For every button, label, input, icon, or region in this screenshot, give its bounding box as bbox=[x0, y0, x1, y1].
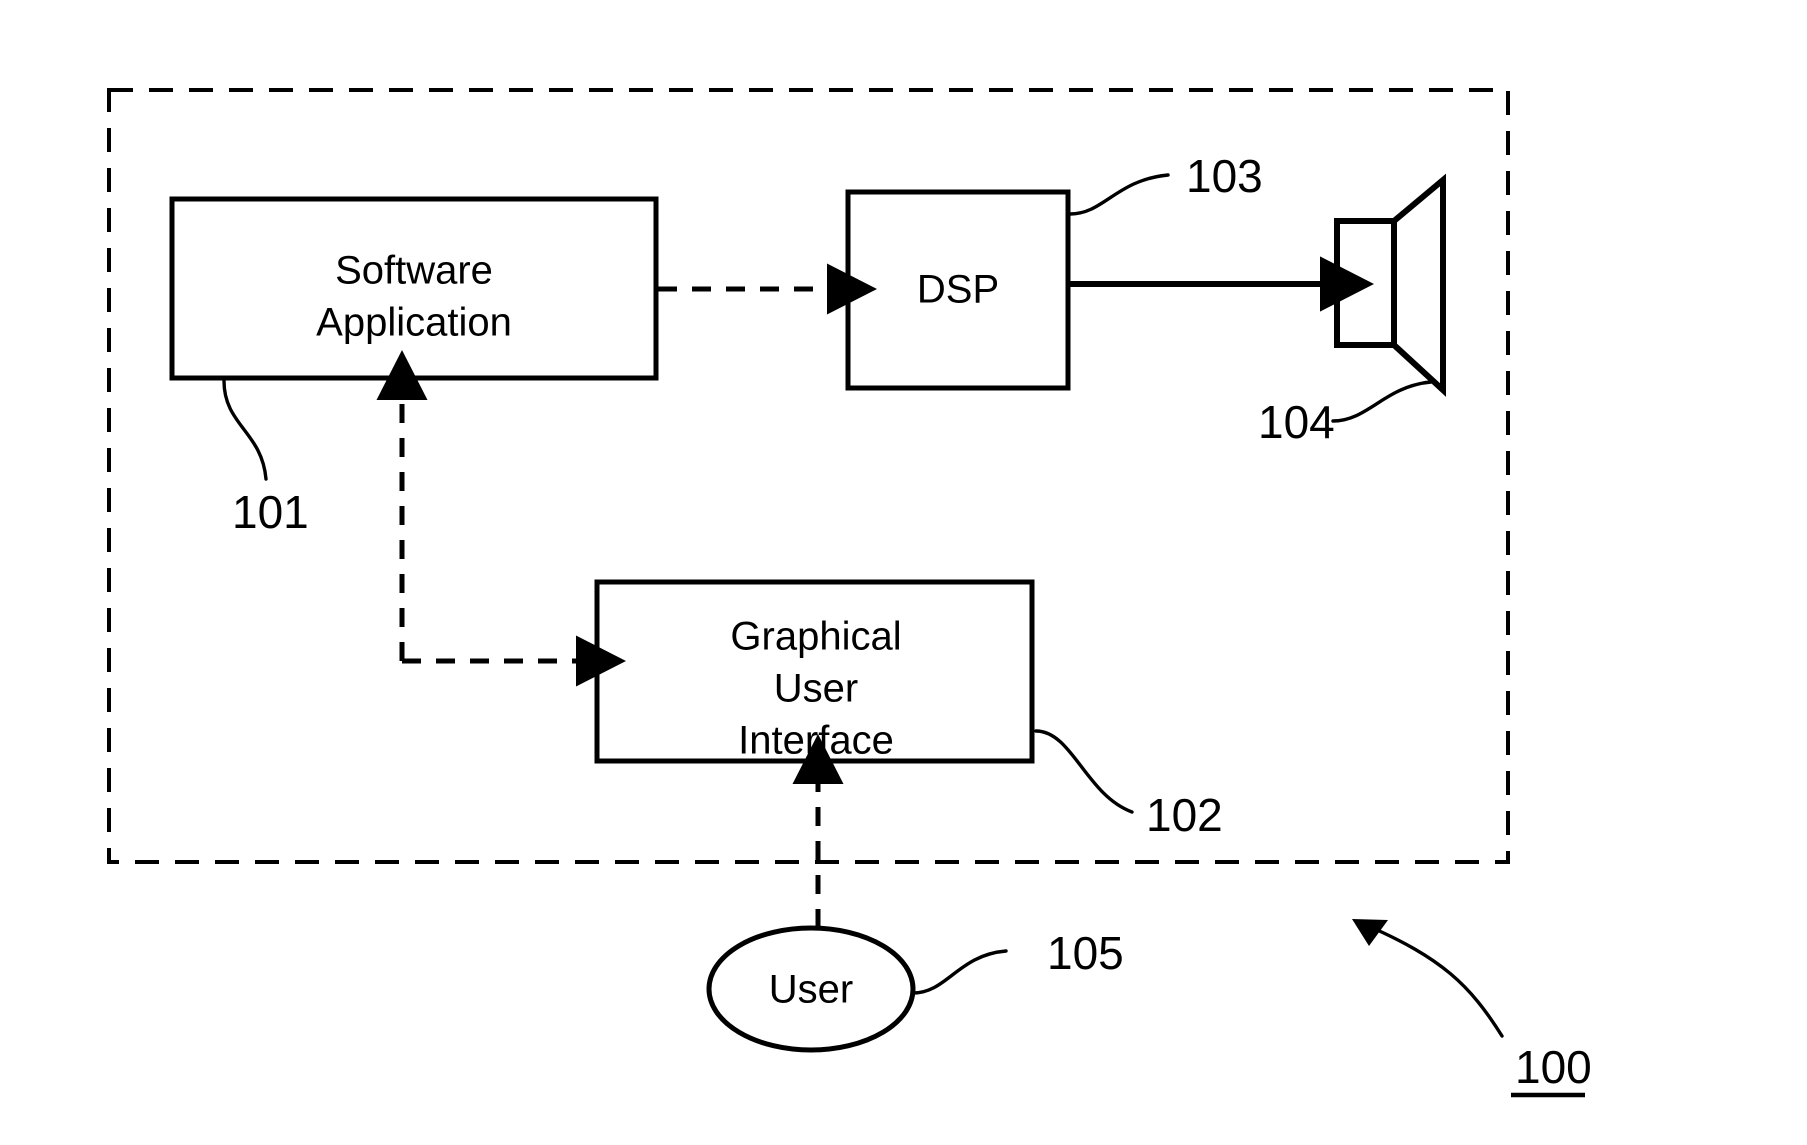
gui-label-line1: Graphical bbox=[730, 615, 901, 659]
ref-104-label: 104 bbox=[1258, 396, 1335, 448]
software-application-label-line2: Application bbox=[316, 301, 512, 345]
figure-diagram: Software Application 101 DSP 103 104 Gra… bbox=[107, 88, 1592, 1098]
gui-label-line3: Interface bbox=[738, 719, 894, 763]
ref-102-label: 102 bbox=[1146, 789, 1223, 841]
software-application-node[interactable]: Software Application bbox=[169, 196, 659, 381]
software-application-label-line1: Software bbox=[335, 249, 493, 293]
dsp-node[interactable]: DSP bbox=[845, 189, 1071, 391]
graphical-user-interface-node[interactable]: Graphical User Interface bbox=[594, 579, 1035, 764]
ref-100-leader-line bbox=[1364, 923, 1504, 1038]
user-label: User bbox=[769, 968, 853, 1012]
ref-102-leader-line bbox=[1034, 729, 1134, 814]
user-node[interactable]: User bbox=[706, 925, 916, 1053]
dsp-label: DSP bbox=[917, 268, 999, 312]
ref-105-leader-line bbox=[911, 949, 1008, 995]
ref-105-label: 105 bbox=[1047, 927, 1124, 979]
figure-number-label: 100 bbox=[1515, 1041, 1592, 1093]
ref-104-leader-line bbox=[1331, 380, 1433, 423]
ref-101-label: 101 bbox=[232, 486, 309, 538]
gui-label-line2: User bbox=[774, 667, 858, 711]
ref-101-leader-line bbox=[222, 379, 268, 481]
speaker-body-rect bbox=[1334, 218, 1397, 348]
ref-103-leader-line bbox=[1068, 173, 1170, 216]
patent-figure-canvas: Software Application 101 DSP 103 104 Gra… bbox=[0, 0, 1807, 1145]
speaker-icon bbox=[1334, 173, 1446, 397]
ref-103-label: 103 bbox=[1186, 150, 1263, 202]
speaker-cone-shape bbox=[1391, 173, 1446, 397]
